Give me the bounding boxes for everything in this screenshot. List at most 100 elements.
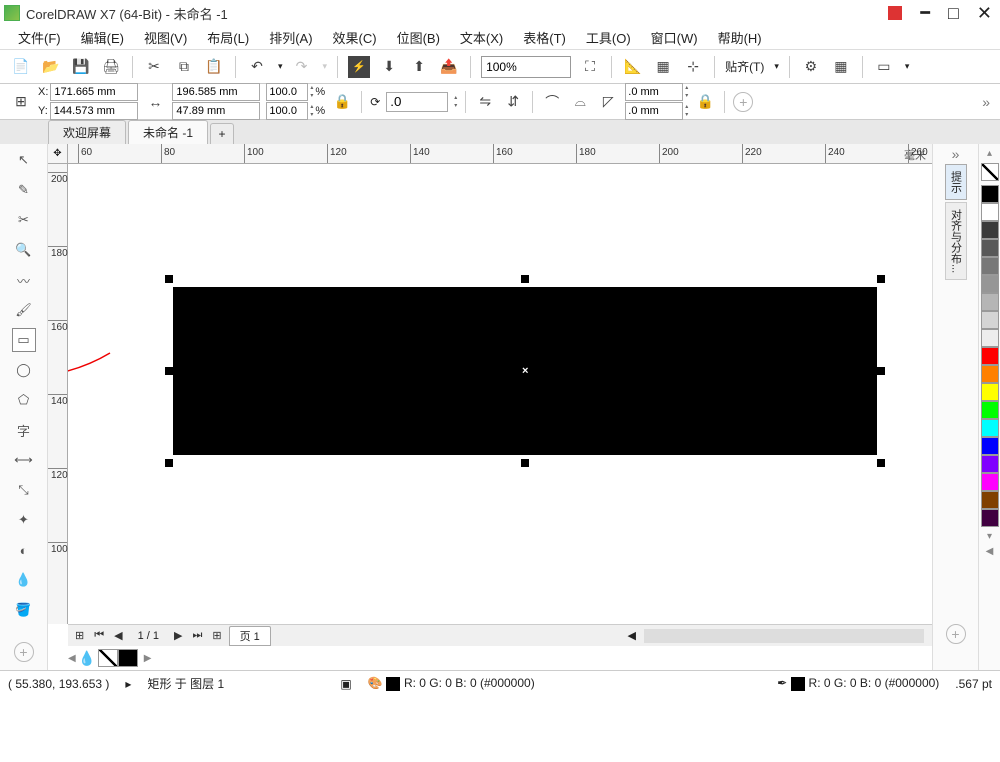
- fill-tool-icon[interactable]: 🪣: [12, 598, 36, 622]
- menu-edit[interactable]: 编辑(E): [73, 26, 132, 49]
- more-options-icon[interactable]: »: [982, 94, 990, 110]
- connector-tool-icon[interactable]: ⤡: [12, 478, 36, 502]
- selected-rectangle-object[interactable]: ×: [173, 287, 877, 455]
- selection-handle-se[interactable]: [877, 459, 885, 467]
- effects-tool-icon[interactable]: ✦: [12, 508, 36, 532]
- tab-welcome[interactable]: 欢迎屏幕: [48, 120, 126, 144]
- palette-swatch[interactable]: [981, 365, 999, 383]
- horizontal-ruler[interactable]: 毫米 6080100120140160180200220240260: [68, 144, 932, 164]
- horizontal-scrollbar[interactable]: [644, 629, 924, 643]
- corner-round-icon[interactable]: ⌒: [541, 91, 563, 113]
- prev-page-icon[interactable]: ◀: [111, 629, 125, 642]
- play-icon[interactable]: ▸: [125, 677, 131, 691]
- eyedropper-palette-icon[interactable]: 💧: [76, 647, 98, 669]
- app-launcher-icon[interactable]: ▭: [873, 56, 895, 78]
- selection-handle-e[interactable]: [877, 367, 885, 375]
- palette-swatch[interactable]: [981, 185, 999, 203]
- options-icon[interactable]: ⚙: [800, 56, 822, 78]
- open-file-icon[interactable]: 📂: [40, 56, 62, 78]
- ellipse-tool-icon[interactable]: ◯: [12, 358, 36, 382]
- palette-scroll-right-icon[interactable]: ▶: [144, 653, 152, 664]
- palette-swatch[interactable]: [981, 491, 999, 509]
- spinner-icon[interactable]: ▴▾: [685, 103, 688, 119]
- palette-swatch[interactable]: [981, 437, 999, 455]
- tab-new[interactable]: +: [210, 123, 234, 144]
- save-icon[interactable]: 💾: [70, 56, 92, 78]
- add-page-after-icon[interactable]: ⊞: [209, 629, 224, 642]
- menu-arrange[interactable]: 排列(A): [261, 26, 320, 49]
- palette-swatch[interactable]: [981, 311, 999, 329]
- fullscreen-icon[interactable]: ⛶: [579, 56, 601, 78]
- drawing-canvas[interactable]: ×: [68, 164, 932, 624]
- menu-table[interactable]: 表格(T): [515, 26, 574, 49]
- export-icon[interactable]: ⬆: [408, 56, 430, 78]
- customize-toolbox-button[interactable]: +: [14, 642, 34, 662]
- polygon-tool-icon[interactable]: ⬠: [12, 388, 36, 412]
- palette-swatch[interactable]: [981, 383, 999, 401]
- palette-swatch[interactable]: [981, 293, 999, 311]
- launch-icon[interactable]: ▦: [830, 56, 852, 78]
- paste-icon[interactable]: 📋: [203, 56, 225, 78]
- menu-layout[interactable]: 布局(L): [199, 26, 257, 49]
- menu-text[interactable]: 文本(X): [452, 26, 511, 49]
- snap-dropdown[interactable]: 贴齐(T): [725, 58, 764, 75]
- ruler-icon[interactable]: 📐: [622, 56, 644, 78]
- menu-bitmap[interactable]: 位图(B): [389, 26, 448, 49]
- palette-swatch[interactable]: [981, 221, 999, 239]
- search-icon[interactable]: ⚡: [348, 56, 370, 78]
- ruler-origin-icon[interactable]: ✥: [48, 144, 68, 164]
- rotation-input[interactable]: [386, 92, 448, 112]
- selection-handle-nw[interactable]: [165, 275, 173, 283]
- transparency-tool-icon[interactable]: ◐: [12, 538, 36, 562]
- menu-effects[interactable]: 效果(C): [325, 26, 385, 49]
- text-tool-icon[interactable]: 字: [12, 418, 36, 442]
- color-proof-icon[interactable]: ▣: [340, 677, 351, 691]
- pick-tool-icon[interactable]: ↖: [12, 148, 36, 172]
- spinner-icon[interactable]: ▴▾: [310, 103, 313, 119]
- menu-view[interactable]: 视图(V): [136, 26, 195, 49]
- hscroll-left-icon[interactable]: ◀: [628, 629, 636, 642]
- tab-document[interactable]: 未命名 -1: [128, 120, 208, 144]
- corner-chamfer-icon[interactable]: ◸: [597, 91, 619, 113]
- palette-swatch[interactable]: [981, 401, 999, 419]
- y-position-input[interactable]: [50, 102, 138, 120]
- freehand-tool-icon[interactable]: 〰: [12, 268, 36, 292]
- menu-help[interactable]: 帮助(H): [710, 26, 770, 49]
- palette-down-icon[interactable]: ▾: [987, 531, 992, 542]
- palette-swatch[interactable]: [981, 473, 999, 491]
- close-button[interactable]: ✕: [977, 3, 992, 24]
- shape-tool-icon[interactable]: ✎: [12, 178, 36, 202]
- grid-icon[interactable]: ▦: [652, 56, 674, 78]
- redo-icon[interactable]: ↷: [291, 56, 313, 78]
- add-page-icon[interactable]: ⊞: [72, 629, 87, 642]
- collapse-dock-icon[interactable]: »: [952, 146, 960, 162]
- spinner-icon[interactable]: ▴▾: [454, 94, 457, 110]
- zoom-level-input[interactable]: [481, 56, 571, 78]
- corner-radius1-input[interactable]: [625, 83, 683, 101]
- selection-handle-n[interactable]: [521, 275, 529, 283]
- new-file-icon[interactable]: 📄: [10, 56, 32, 78]
- palette-swatch[interactable]: [981, 239, 999, 257]
- mirror-h-icon[interactable]: ⇋: [474, 91, 496, 113]
- palette-expand-icon[interactable]: ◀: [986, 546, 994, 557]
- page-tab[interactable]: 页 1: [229, 626, 271, 646]
- cut-icon[interactable]: ✂: [143, 56, 165, 78]
- eyedropper-tool-icon[interactable]: 💧: [12, 568, 36, 592]
- mirror-v-icon[interactable]: ⇵: [502, 91, 524, 113]
- publish-icon[interactable]: 📤: [438, 56, 460, 78]
- width-input[interactable]: [172, 83, 260, 101]
- first-page-icon[interactable]: ⏮: [91, 629, 107, 642]
- print-icon[interactable]: 🖨: [100, 56, 122, 78]
- palette-swatch[interactable]: [981, 329, 999, 347]
- undo-icon[interactable]: ↶: [246, 56, 268, 78]
- zoom-tool-icon[interactable]: 🔍: [12, 238, 36, 262]
- lock-ratio-icon[interactable]: 🔒: [331, 91, 353, 113]
- selection-handle-sw[interactable]: [165, 459, 173, 467]
- guides-icon[interactable]: ⊹: [682, 56, 704, 78]
- add-preset-button[interactable]: +: [733, 92, 753, 112]
- dimension-tool-icon[interactable]: ⟷: [12, 448, 36, 472]
- scale-y-input[interactable]: [266, 102, 308, 120]
- spinner-icon[interactable]: ▴▾: [685, 84, 688, 100]
- rectangle-tool-icon[interactable]: ▭: [12, 328, 36, 352]
- menu-file[interactable]: 文件(F): [10, 26, 69, 49]
